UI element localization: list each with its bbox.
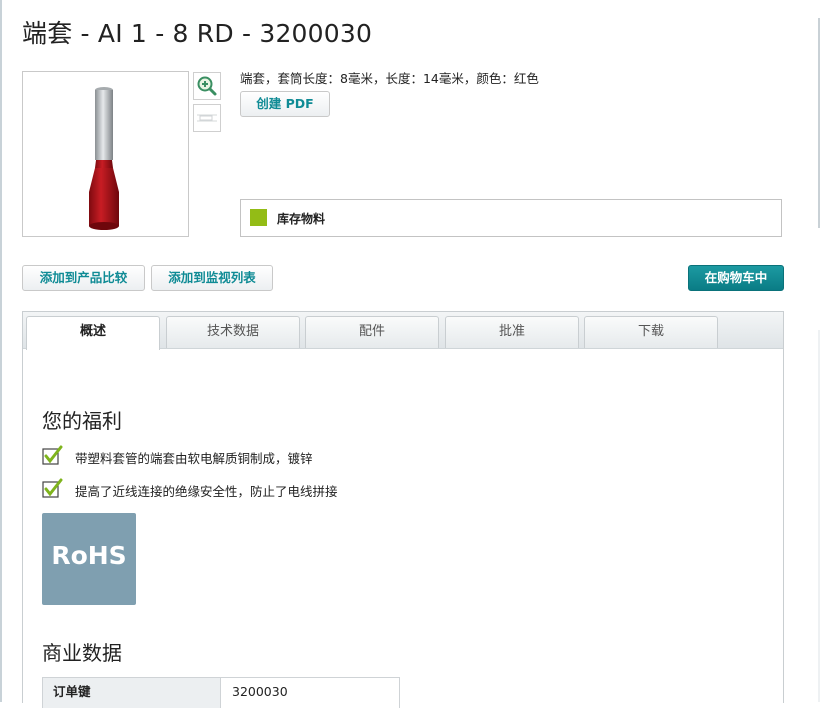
stock-indicator <box>250 209 267 226</box>
rohs-label: RoHS <box>51 541 127 570</box>
checkbox-check-icon <box>42 445 63 465</box>
tab-accessories[interactable]: 配件 <box>305 316 439 348</box>
commercial-data-heading: 商业数据 <box>42 641 122 665</box>
right-sidebar-edge <box>800 0 821 702</box>
left-edge-border <box>0 0 2 702</box>
page-title: 端套 - AI 1 - 8 RD - 3200030 <box>22 19 373 48</box>
rohs-badge: RoHS <box>42 513 136 605</box>
drawing-thumbnail-icon[interactable] <box>193 104 221 132</box>
checkbox-check-icon <box>42 478 63 498</box>
add-to-watchlist-button[interactable]: 添加到监视列表 <box>151 265 273 291</box>
stock-status-box: 库存物料 <box>240 199 782 237</box>
tab-technical-data[interactable]: 技术数据 <box>166 316 300 348</box>
commercial-data-table: 订单键 3200030 <box>42 677 400 708</box>
order-key-label: 订单键 <box>43 678 221 708</box>
tab-bar: 概述 技术数据 配件 批准 下载 <box>23 312 783 350</box>
sidebar-divider <box>818 18 820 228</box>
tab-downloads[interactable]: 下载 <box>584 316 718 348</box>
tab-approvals[interactable]: 批准 <box>445 316 579 348</box>
in-cart-button[interactable]: 在购物车中 <box>688 265 784 291</box>
product-image[interactable] <box>22 71 189 237</box>
tab-overview[interactable]: 概述 <box>26 316 160 350</box>
product-description: 端套，套筒长度：8毫米，长度：14毫米，颜色：红色 <box>240 71 539 86</box>
ferrule-photo <box>89 87 119 230</box>
benefit-text: 提高了近线连接的绝缘安全性，防止了电线拼接 <box>75 484 338 499</box>
add-to-compare-button[interactable]: 添加到产品比较 <box>22 265 145 291</box>
benefits-heading: 您的福利 <box>42 409 122 433</box>
benefit-text: 带塑料套管的端套由软电解质铜制成，镀锌 <box>75 451 313 466</box>
stock-status-label: 库存物料 <box>277 212 326 226</box>
order-key-value: 3200030 <box>232 684 288 699</box>
product-tab-panel: 概述 技术数据 配件 批准 下载 您的福利 带塑料套管的端套由软电解质铜制成，镀… <box>22 311 784 708</box>
sidebar-divider-lower <box>818 330 820 702</box>
zoom-in-icon[interactable] <box>193 72 221 100</box>
create-pdf-button[interactable]: 创建 PDF <box>240 91 330 117</box>
